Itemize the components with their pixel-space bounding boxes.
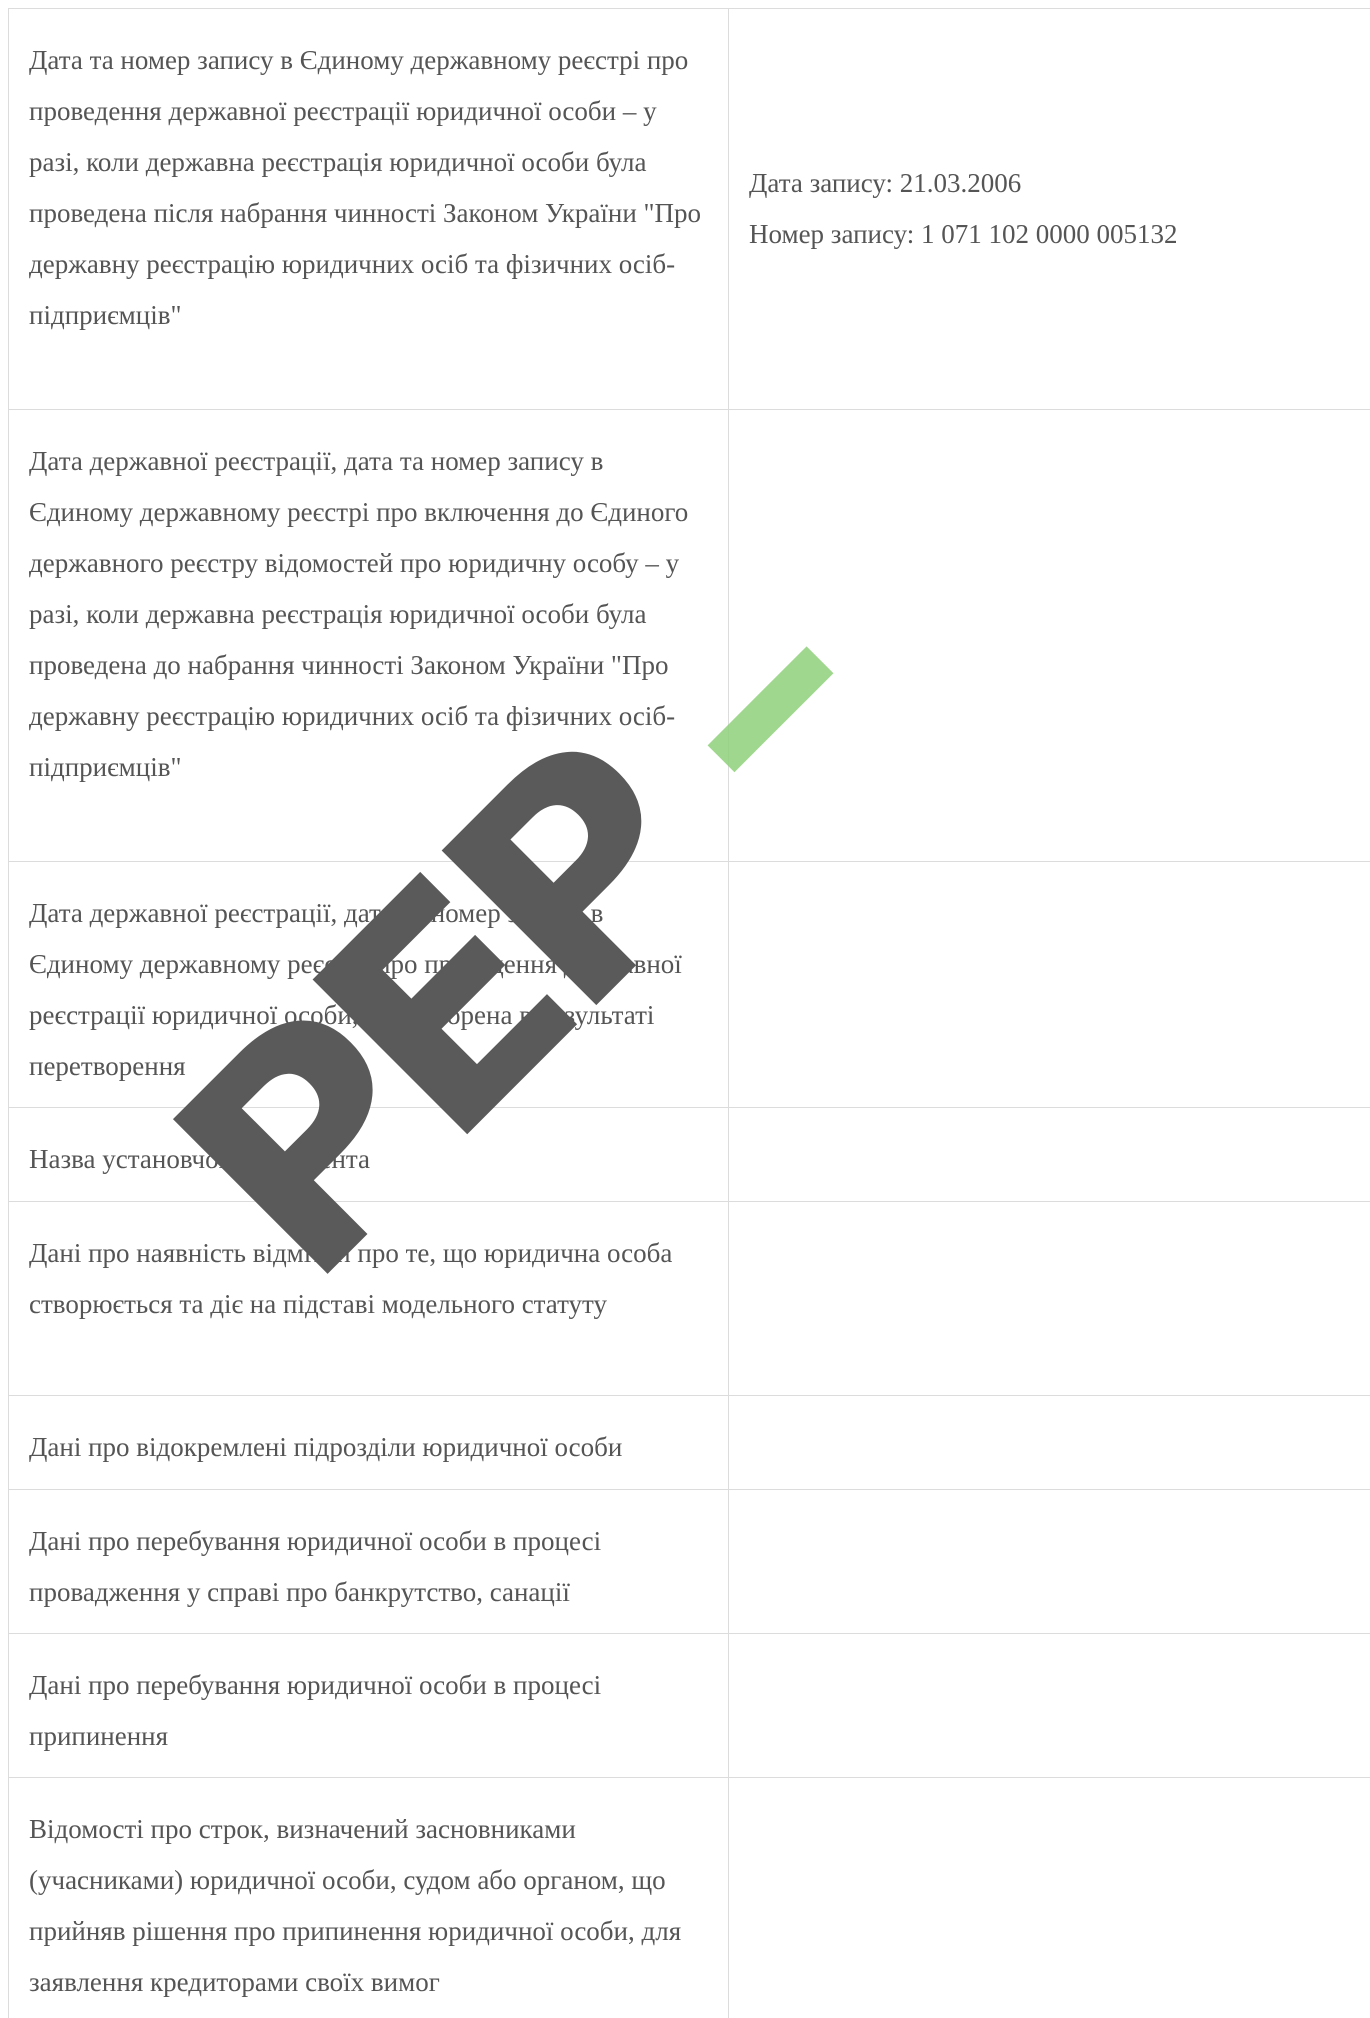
row-value: Дата запису: 21.03.2006 Номер запису: 1 …: [729, 9, 1370, 409]
row-label: Дані про перебування юридичної особи в п…: [9, 1634, 729, 1777]
row-value: [729, 862, 1370, 1107]
row-value: [729, 1396, 1370, 1489]
table-row: Дані про відокремлені підрозділи юридичн…: [9, 1396, 1370, 1490]
row-value: [729, 1490, 1370, 1633]
table-row: Дані про перебування юридичної особи в п…: [9, 1490, 1370, 1634]
row-value: [729, 410, 1370, 861]
record-date: Дата запису: 21.03.2006: [749, 168, 1022, 198]
record-number: Номер запису: 1 071 102 0000 005132: [749, 219, 1178, 249]
row-label: Дані про перебування юридичної особи в п…: [9, 1490, 729, 1633]
row-label: Дані про наявність відмітки про те, що ю…: [9, 1202, 729, 1395]
table-row: Дата та номер запису в Єдиному державном…: [9, 9, 1370, 410]
row-value: [729, 1108, 1370, 1201]
table-row: Дата державної реєстрації, дата та номер…: [9, 410, 1370, 862]
table-row: Дані про перебування юридичної особи в п…: [9, 1634, 1370, 1778]
row-label: Дата державної реєстрації, дата та номер…: [9, 862, 729, 1107]
row-label: Дата державної реєстрації, дата та номер…: [9, 410, 729, 861]
table-row: Дані про наявність відмітки про те, що ю…: [9, 1202, 1370, 1396]
row-value: [729, 1202, 1370, 1395]
row-label: Назва установчого документа: [9, 1108, 729, 1201]
row-label: Дані про відокремлені підрозділи юридичн…: [9, 1396, 729, 1489]
row-value: [729, 1778, 1370, 2018]
table-row: Назва установчого документа: [9, 1108, 1370, 1202]
registry-table: Дата та номер запису в Єдиному державном…: [8, 8, 1370, 2018]
table-row: Відомості про строк, визначений засновни…: [9, 1778, 1370, 2018]
row-label: Відомості про строк, визначений засновни…: [9, 1778, 729, 2018]
row-value: [729, 1634, 1370, 1777]
row-label: Дата та номер запису в Єдиному державном…: [9, 9, 729, 409]
table-row: Дата державної реєстрації, дата та номер…: [9, 862, 1370, 1108]
